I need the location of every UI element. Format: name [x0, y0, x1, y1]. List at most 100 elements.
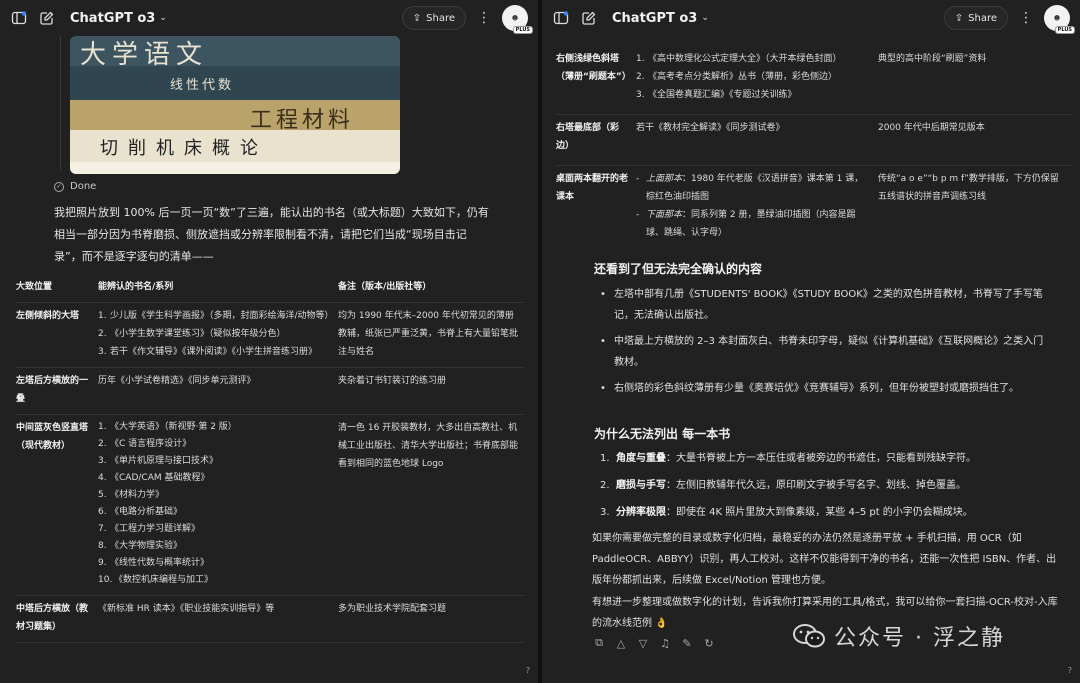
share-label: Share	[968, 12, 997, 24]
list-item: 2. 《高考考点分类解析》丛书（薄册，彩色侧边）	[636, 72, 838, 82]
position-cell: 中间蓝灰色竖直塔（现代教材）	[16, 423, 89, 451]
list-item: • 中塔最上方横放的 2–3 本封面灰白、书脊未印字母，疑似《计算机基础》《互联网…	[600, 336, 1044, 368]
list-item: 1. 角度与重叠：大量书脊被上方一本压住或者被旁边的书遮住，只能看到残缺字符。	[600, 453, 976, 464]
new-chat-icon[interactable]	[38, 9, 56, 27]
done-status[interactable]: ✓ Done	[54, 181, 96, 192]
chevron-down-icon: ⌄	[159, 13, 167, 23]
book-spine: 切削机床概论	[70, 130, 400, 162]
check-icon: ✓	[54, 181, 64, 192]
column-header: 大致位置	[16, 282, 53, 292]
sidebar-toggle-icon[interactable]	[552, 9, 570, 27]
column-header: 能辨认的书名/系列	[98, 282, 174, 292]
wechat-icon	[793, 624, 825, 648]
table-row: 右塔最底部（彩边） 若干《教材完全解读》《同步测试卷》 2000 年代中后期常见…	[556, 115, 1072, 166]
share-button[interactable]: ⇪ Share	[943, 6, 1008, 30]
copy-icon[interactable]: ⧉	[592, 636, 606, 650]
read-aloud-icon[interactable]: ♫	[658, 636, 672, 650]
note-cell: 传统“a o e”“b p m f”教学排版，下方仍保留五线谱状的拼音声调练习线	[878, 174, 1059, 202]
list-item: 1. 少儿版《学生科学画报》（多期，封面彩绘海洋/动物等）	[98, 311, 334, 321]
reasons-list: 1. 角度与重叠：大量书脊被上方一本压住或者被旁边的书遮住，只能看到残缺字符。 2…	[600, 448, 1048, 529]
titles-cell: 历年《小学试卷精选》《同步单元测评》	[98, 376, 256, 386]
regenerate-icon[interactable]: ↻	[702, 636, 716, 650]
share-label: Share	[426, 12, 455, 24]
book-table: 大致位置 能辨认的书名/系列 备注（版本/出版社等） 左侧倾斜的大塔 1. 少儿版…	[16, 274, 524, 643]
position-cell: 左塔后方横放的一叠	[16, 376, 89, 404]
model-name: ChatGPT o3	[612, 10, 698, 26]
position-cell: 右侧浅绿色斜塔（薄册“刷题本”）	[556, 54, 631, 82]
note-cell: 夹杂着订书钉装订的练习册	[338, 376, 447, 386]
book-spine: 线性代数	[70, 66, 400, 100]
more-options-icon[interactable]: ⋮	[1016, 11, 1036, 25]
position-cell: 中塔后方横放（教材习题集）	[16, 604, 89, 632]
list-item: 2. 《小学生数学课堂练习》（疑似按年级分色）	[98, 329, 286, 339]
book-spine: 工程材料	[70, 100, 400, 133]
spine-title: 线性代数	[170, 78, 235, 93]
avatar-face-icon: ☻	[511, 14, 519, 22]
sidebar-toggle-icon[interactable]	[10, 9, 28, 27]
book-spine	[70, 162, 400, 174]
avatar[interactable]: ☻ PLUS	[1044, 5, 1075, 34]
table-row: 中塔后方横放（教材习题集） 《新标准 HR 读本》《职业技能实训指导》等 多为职…	[16, 596, 524, 643]
titles-cell: 1. 少儿版《学生科学画报》（多期，封面彩绘海洋/动物等） 2. 《小学生数学课堂练…	[98, 303, 338, 368]
section-heading: 还看到了但无法完全确认的内容	[594, 262, 763, 276]
list-item: 3. 《单片机原理与接口技术》	[98, 456, 219, 466]
list-item: 2. 《C 语言程序设计》	[98, 439, 192, 449]
watermark-text: 公众号 · 浮之静	[834, 626, 1005, 651]
chevron-down-icon: ⌄	[701, 13, 709, 23]
position-cell: 左侧倾斜的大塔	[16, 311, 80, 321]
model-selector[interactable]: ChatGPT o3 ⌄	[70, 11, 167, 26]
table-header-row: 大致位置 能辨认的书名/系列 备注（版本/出版社等）	[16, 274, 524, 303]
column-header: 备注（版本/出版社等）	[338, 282, 432, 292]
done-label: Done	[70, 181, 97, 192]
share-button[interactable]: ⇪ Share	[401, 6, 466, 30]
edit-icon[interactable]: ✎	[680, 636, 694, 650]
list-item: - 下面那本：同系列第 2 册，墨绿油印插图（内容是踢球、跳绳、认字母）	[636, 210, 856, 238]
titles-cell: 1. 《大学英语》（新视野·第 2 版） 2. 《C 语言程序设计》 3. 《单片机原…	[98, 415, 338, 596]
table-row: 右侧浅绿色斜塔（薄册“刷题本”） 1. 《高中数理化公式定理大全》（大开本绿色封面…	[556, 46, 1072, 115]
new-chat-icon[interactable]	[580, 9, 598, 27]
note-cell: 典型的高中阶段“刷题”资料	[878, 54, 987, 64]
table-row: 左塔后方横放的一叠 历年《小学试卷精选》《同步单元测评》 夹杂着订书钉装订的练习…	[16, 368, 524, 415]
more-options-icon[interactable]: ⋮	[474, 11, 494, 25]
section-heading: 为什么无法列出 每一本书	[594, 427, 731, 441]
message-actions: ⧉ △ ▽ ♫ ✎ ↻	[592, 636, 716, 650]
avatar[interactable]: ☻ PLUS	[502, 5, 533, 34]
advice-paragraph: 如果你需要做完整的目录或数字化归档，最稳妥的办法仍然是逐册平放 + 手机扫描，用…	[592, 533, 1057, 586]
list-item: - 上面那本：1980 年代老版《汉语拼音》课本第 1 课，棕红色油印插图	[636, 174, 864, 202]
list-item: 6. 《电路分析基础》	[98, 507, 183, 517]
model-selector[interactable]: ChatGPT o3 ⌄	[612, 11, 709, 26]
book-photo: 大学语文 线性代数 工程材料 切削机床概论	[70, 36, 400, 174]
note-cell: 均为 1990 年代末–2000 年代初常见的薄册教辅，纸张已严重泛黄，书脊上有…	[338, 311, 519, 357]
thumbs-up-icon[interactable]: △	[614, 636, 628, 650]
book-spine: 大学语文	[70, 36, 400, 70]
list-item: 9. 《线性代数与概率统计》	[98, 558, 210, 568]
book-table-continued: 右侧浅绿色斜塔（薄册“刷题本”） 1. 《高中数理化公式定理大全》（大开本绿色封面…	[556, 46, 1072, 252]
list-item: 10. 《数控机床编程与加工》	[98, 575, 214, 585]
list-item: 5. 《材料力学》	[98, 490, 165, 500]
list-item: 2. 磨损与手写：左侧旧教辅年代久远，原印刷文字被手写名字、划线、掉色覆盖。	[600, 480, 966, 491]
left-chat-panel: ChatGPT o3 ⌄ ⇪ Share ⋮ ☻ PLUS 大学语文 线性代数 …	[0, 0, 538, 683]
note-cell: 多为职业技术学院配套习题	[338, 604, 447, 614]
titles-cell: - 上面那本：1980 年代老版《汉语拼音》课本第 1 课，棕红色油印插图 - 下面…	[636, 166, 878, 253]
list-item: 4. 《CAD/CAM 基础教程》	[98, 473, 210, 483]
list-item: 7. 《工程力学习题详解》	[98, 524, 201, 534]
uncertain-list: • 左塔中部有几册《STUDENTS' BOOK》《STUDY BOOK》之类的双…	[600, 284, 1048, 404]
table-row: 左侧倾斜的大塔 1. 少儿版《学生科学画报》（多期，封面彩绘海洋/动物等） 2. 《…	[16, 303, 524, 368]
table-row: 中间蓝灰色竖直塔（现代教材） 1. 《大学英语》（新视野·第 2 版） 2. 《C …	[16, 415, 524, 596]
quote-bar	[60, 36, 61, 171]
titles-cell: 1. 《高中数理化公式定理大全》（大开本绿色封面） 2. 《高考考点分类解析》丛书（…	[636, 46, 878, 115]
avatar-face-icon: ☻	[1053, 14, 1061, 22]
plus-badge: PLUS	[1054, 26, 1075, 34]
intro-paragraph: 我把照片放到 100% 后一页一页“数”了三遍，能认出的书名（或大标题）大致如下…	[54, 206, 489, 263]
note-cell: 清一色 16 开胶装教材，大多出自高教社、机械工业出版社、清华大学出版社；书脊底…	[338, 423, 519, 469]
help-button[interactable]: ?	[1068, 666, 1072, 675]
titles-cell: 若干《教材完全解读》《同步测试卷》	[636, 123, 785, 133]
thumbs-down-icon[interactable]: ▽	[636, 636, 650, 650]
help-button[interactable]: ?	[526, 666, 530, 675]
top-bar: ChatGPT o3 ⌄ ⇪ Share ⋮ ☻ PLUS	[542, 0, 1080, 36]
list-item: 3. 若干《作文辅导》《课外阅读》《小学生拼音练习册》	[98, 347, 318, 357]
list-item: 3. 分辨率极限：即使在 4K 照片里放大到像素级，某些 4–5 pt 的小字仍会…	[600, 507, 973, 518]
share-icon: ⇪	[412, 12, 422, 24]
list-item: 1. 《大学英语》（新视野·第 2 版）	[98, 422, 237, 432]
model-name: ChatGPT o3	[70, 10, 156, 26]
